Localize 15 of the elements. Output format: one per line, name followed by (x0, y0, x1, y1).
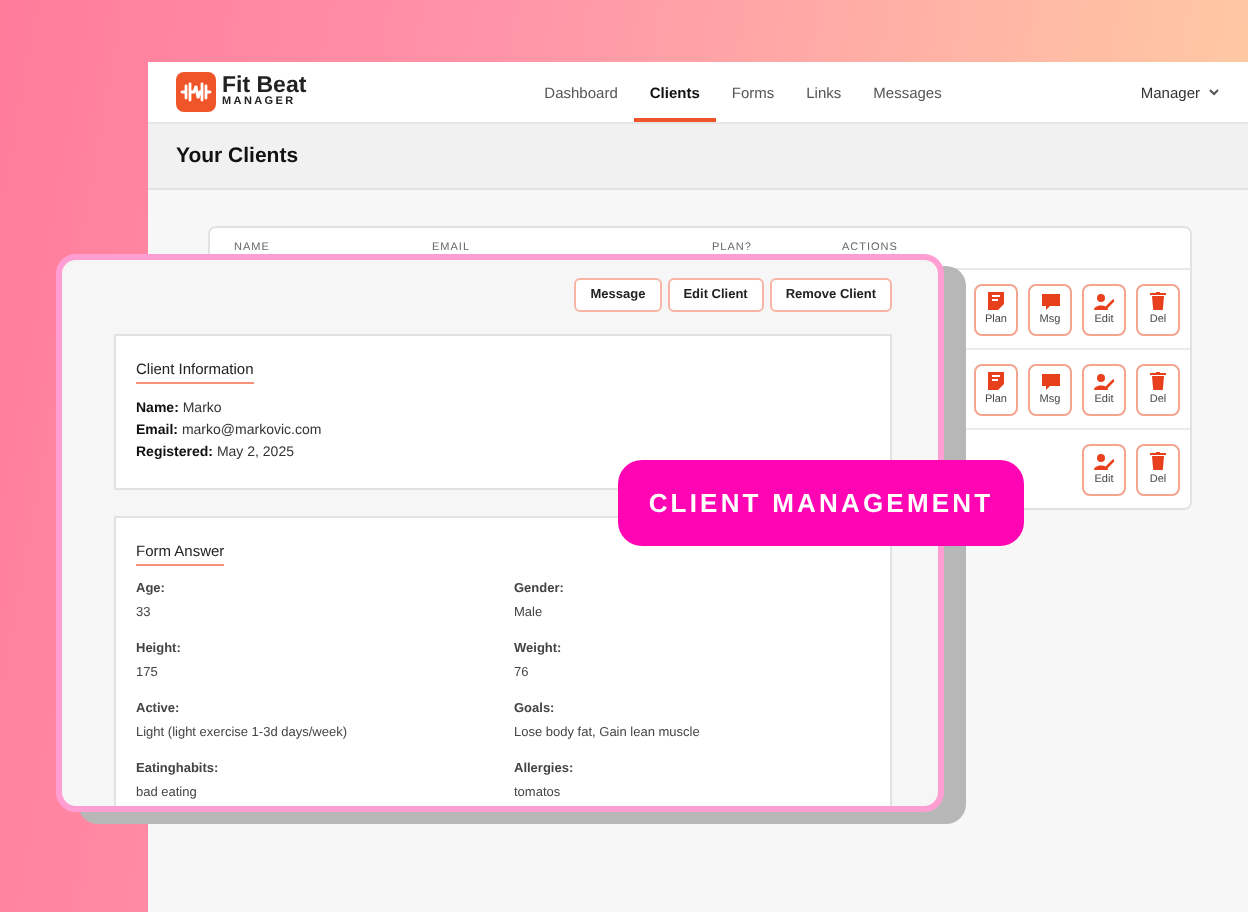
chat-bubble-icon (1041, 293, 1059, 309)
trash-icon (1150, 372, 1166, 390)
trash-icon (1150, 292, 1166, 310)
page-title: Your Clients (176, 144, 299, 168)
dumbbell-logo-icon (176, 72, 216, 112)
feature-badge: CLIENT MANAGEMENT (618, 460, 1024, 546)
logo-name: Fit Beat (222, 75, 307, 97)
user-edit-icon (1094, 373, 1114, 389)
user-edit-icon (1094, 293, 1114, 309)
chat-bubble-icon (1041, 373, 1059, 389)
trash-icon (1150, 452, 1166, 470)
document-icon (988, 292, 1004, 310)
user-edit-icon (1094, 453, 1114, 469)
caret-icon (1208, 88, 1220, 96)
document-icon (988, 372, 1004, 390)
